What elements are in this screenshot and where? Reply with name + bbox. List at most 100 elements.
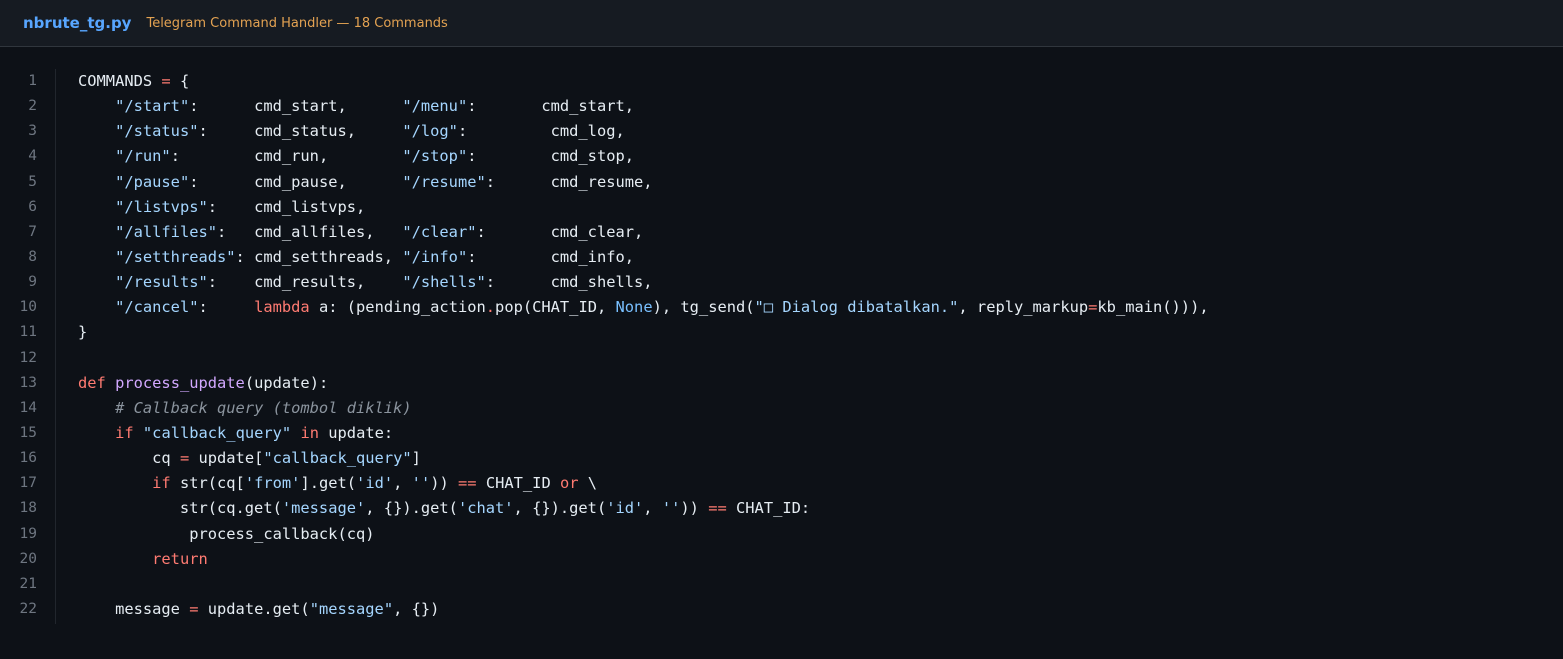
code-token: : cmd_results,: [207, 273, 403, 292]
code-token: kb_main())),: [1097, 298, 1209, 317]
code-token: ,: [643, 499, 662, 518]
code-token: "/results": [115, 273, 208, 292]
line-text: if "callback_query" in update:: [78, 421, 393, 446]
code-line: 12: [0, 346, 1563, 371]
line-number: 8: [28, 248, 37, 265]
code-line: 9 "/results": cmd_results, "/shells": cm…: [0, 270, 1563, 295]
code-token: return: [152, 549, 208, 568]
code-token: "/listvps": [115, 197, 208, 216]
line-number: 6: [28, 198, 37, 215]
code-token: "/shells": [402, 273, 486, 292]
code-token: , {}).get(: [513, 499, 607, 518]
code-token: "/pause": [115, 172, 190, 191]
code-token: , {}).get(: [365, 499, 458, 518]
code-token: str(cq[: [170, 474, 245, 493]
code-token: "/resume": [402, 172, 486, 191]
code-token: )): [680, 499, 709, 518]
line-text: return: [78, 547, 208, 572]
code-token: )): [430, 474, 459, 493]
code-token: : cmd_listvps,: [207, 197, 366, 216]
code-token: : cmd_resume,: [485, 172, 653, 191]
line-number: 21: [19, 575, 37, 592]
code-token: "/stop": [402, 147, 468, 166]
line-text: "/setthreads": cmd_setthreads, "/info": …: [78, 245, 634, 270]
line-number: 17: [19, 475, 37, 492]
line-number: 10: [19, 299, 37, 316]
line-number: 14: [19, 399, 37, 416]
code-token: =: [179, 449, 190, 468]
code-token: 'from': [244, 474, 301, 493]
line-number: 16: [19, 450, 37, 467]
code-token: "/info": [402, 247, 468, 266]
code-token: "/clear": [402, 222, 477, 241]
code-token: "callback_query": [263, 449, 412, 468]
code-token: update:: [319, 423, 394, 442]
code-token: "/menu": [402, 97, 468, 116]
line-number: 9: [28, 274, 37, 291]
code-token: "/start": [115, 97, 190, 116]
code-token: "/allfiles": [115, 222, 218, 241]
line-text: "/cancel": lambda a: (pending_action.pop…: [78, 295, 1209, 320]
code-line: 11}: [0, 320, 1563, 345]
code-token: '': [411, 474, 431, 493]
code-line: 1 COMMANDS = {: [0, 69, 1563, 94]
code-token: .: [485, 298, 496, 317]
line-text: str(cq.get('message', {}).get('chat', {}…: [78, 496, 810, 521]
code-token: : cmd_pause,: [189, 172, 403, 191]
code-token: pop(CHAT_ID,: [495, 298, 616, 317]
line-text: "/results": cmd_results, "/shells": cmd_…: [78, 270, 652, 295]
line-text: # Callback query (tombol diklik): [78, 396, 412, 421]
code-line: 4 "/run": cmd_run, "/stop": cmd_stop,: [0, 144, 1563, 169]
code-token: ), tg_send(: [652, 298, 755, 317]
code-block[interactable]: 1 COMMANDS = {2 "/start": cmd_start, "/me…: [0, 69, 1563, 622]
code-token: a: (pending_action: [309, 298, 486, 317]
code-token: "callback_query": [142, 423, 292, 442]
code-token: '': [661, 499, 681, 518]
code-token: "/run": [115, 147, 171, 166]
code-token: # Callback query (tombol diklik): [115, 398, 412, 417]
code-line: 20 return: [0, 547, 1563, 572]
code-token: str(cq.get(: [78, 499, 282, 518]
file-description: Telegram Command Handler — 18 Commands: [146, 15, 448, 31]
code-token: : cmd_clear,: [476, 222, 644, 241]
code-token: ==: [708, 499, 727, 518]
code-token: CHAT_ID:: [726, 499, 811, 518]
line-number: 1: [28, 73, 37, 89]
code-line: 6 "/listvps": cmd_listvps,: [0, 195, 1563, 220]
line-text: "/run": cmd_run, "/stop": cmd_stop,: [78, 144, 634, 169]
code-token: "message": [309, 599, 394, 618]
code-token: def: [78, 373, 106, 392]
code-token: =: [1088, 298, 1098, 317]
line-text: "/status": cmd_status, "/log": cmd_log,: [78, 119, 625, 144]
code-line: 14 # Callback query (tombol diklik): [0, 396, 1563, 421]
line-number: 3: [28, 123, 37, 140]
code-viewer-window: nbrute_tg.py Telegram Command Handler — …: [0, 0, 1563, 659]
code-token: : cmd_start,: [467, 97, 635, 116]
file-name[interactable]: nbrute_tg.py: [23, 14, 131, 32]
code-token: "/log": [402, 122, 458, 141]
line-number: 5: [28, 173, 37, 190]
code-token: 'message': [281, 499, 366, 518]
code-token: update.get(: [198, 599, 310, 618]
line-text: "/pause": cmd_pause, "/resume": cmd_resu…: [78, 170, 653, 195]
code-token: : cmd_setthreads,: [235, 247, 403, 266]
code-token: (update):: [244, 373, 329, 392]
code-token: "□ Dialog dibatalkan.": [754, 298, 959, 317]
code-token: 'id': [606, 499, 644, 518]
code-token: ].get(: [300, 474, 357, 493]
code-line: 10 "/cancel": lambda a: (pending_action.…: [0, 295, 1563, 320]
code-token: 'id': [356, 474, 394, 493]
code-line: 13 def process_update(update):: [0, 371, 1563, 396]
code-token: if: [115, 423, 134, 442]
file-header: nbrute_tg.py Telegram Command Handler — …: [0, 0, 1563, 47]
code-token: COMMANDS: [78, 72, 162, 90]
code-line: 3 "/status": cmd_status, "/log": cmd_log…: [0, 119, 1563, 144]
code-token: None: [615, 298, 653, 317]
